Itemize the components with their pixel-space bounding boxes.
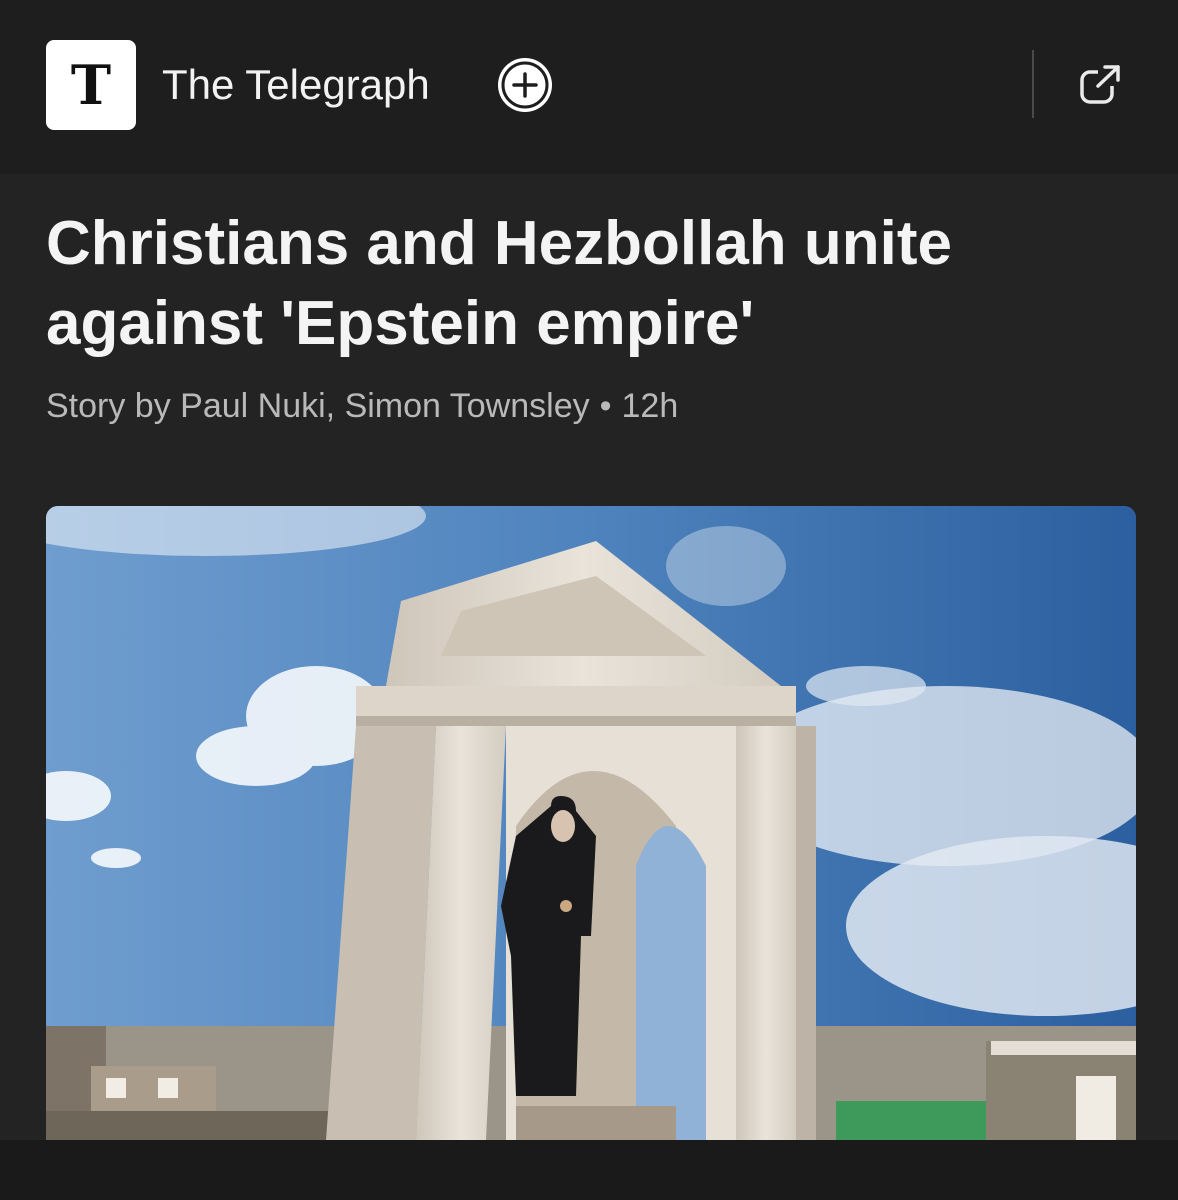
shrine-photo xyxy=(46,506,1136,1140)
bottom-strip xyxy=(0,1140,1178,1200)
hero-image[interactable] xyxy=(46,506,1136,1140)
header-divider xyxy=(1032,50,1034,118)
external-link-icon xyxy=(1080,64,1122,104)
article-card-page: T The Telegraph Christians and Hezbollah… xyxy=(0,0,1178,1200)
publisher-header: T The Telegraph xyxy=(0,0,1178,174)
telegraph-logo[interactable]: T xyxy=(46,40,136,130)
plus-icon xyxy=(501,61,549,109)
article-headline[interactable]: Christians and Hezbollah unite against '… xyxy=(46,204,1136,364)
open-in-browser-button[interactable] xyxy=(1076,62,1124,110)
article-byline: Story by Paul Nuki, Simon Townsley • 12h xyxy=(46,384,678,428)
logo-letter: T xyxy=(70,53,112,117)
byline-authors: Story by Paul Nuki, Simon Townsley xyxy=(46,387,590,425)
publisher-name[interactable]: The Telegraph xyxy=(162,58,430,112)
article-age: 12h xyxy=(621,387,679,425)
byline-separator: • xyxy=(599,387,612,425)
follow-button[interactable] xyxy=(498,58,552,112)
